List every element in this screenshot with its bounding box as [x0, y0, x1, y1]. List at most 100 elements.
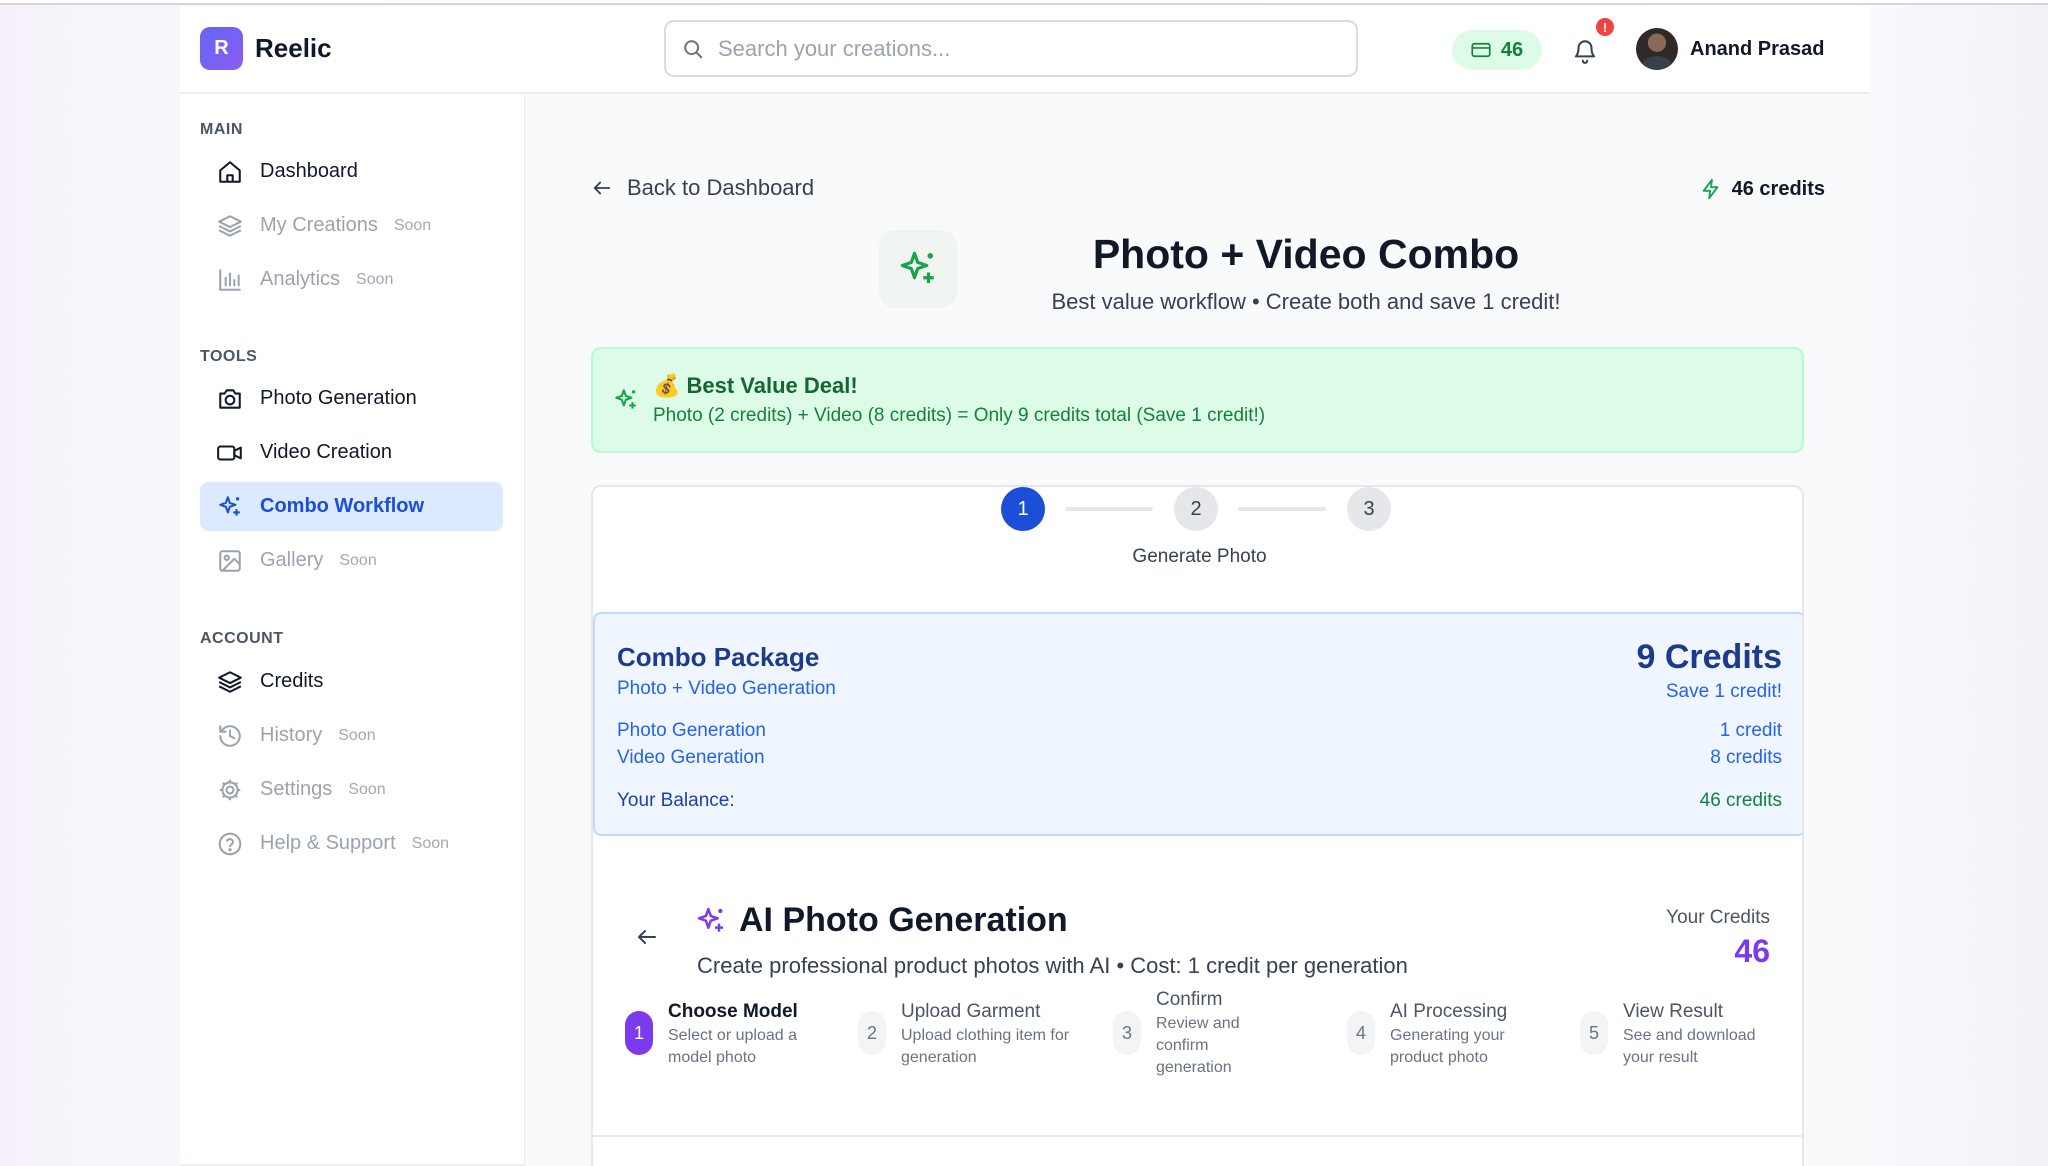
gen-step-title: AI Processing: [1390, 1001, 1508, 1022]
sidebar-item-history[interactable]: History Soon: [200, 711, 503, 760]
sparkles-icon: [613, 387, 639, 418]
combo-line-label: Video Generation: [617, 747, 765, 768]
sidebar-item-label: Settings: [260, 778, 333, 800]
main-content: Back to Dashboard 46 credits Photo + Vid…: [527, 95, 1870, 1166]
soon-badge: Soon: [393, 216, 432, 234]
lightning-icon: [1702, 178, 1718, 200]
step-2-circle[interactable]: 2: [1174, 487, 1218, 531]
best-value-banner: 💰 Best Value Deal! Photo (2 credits) + V…: [591, 347, 1804, 453]
soon-badge: Soon: [348, 780, 386, 798]
search-input[interactable]: [718, 35, 1318, 62]
sidebar-item-my-creations[interactable]: My Creations Soon: [200, 201, 503, 250]
sidebar-item-label: My Creations: [260, 214, 378, 236]
soon-badge: Soon: [356, 270, 394, 288]
layers-icon: [215, 667, 245, 697]
credits-indicator-label: 46 credits: [1731, 177, 1825, 200]
image-icon: [215, 546, 245, 576]
video-icon: [215, 438, 245, 468]
sidebar-item-credits[interactable]: Credits: [200, 657, 503, 706]
combo-savings: Save 1 credit!: [1665, 681, 1782, 702]
sidebar-item-label: Credits: [260, 670, 324, 692]
sidebar-item-combo-workflow[interactable]: Combo Workflow: [200, 482, 503, 531]
layers-icon: [215, 211, 245, 241]
sidebar-item-photo-generation[interactable]: Photo Generation: [200, 374, 503, 423]
gen-step-ai-processing[interactable]: 4 AI Processing Generating your product p…: [1347, 1001, 1530, 1069]
top-header: R Reelic 46 ! Anand Prasad: [180, 6, 1870, 94]
sparkles-icon: [695, 905, 727, 942]
sidebar: MAIN Dashboard My Creations Soon Analyti…: [180, 95, 526, 1166]
gen-step-desc: Select or upload a model photo: [668, 1027, 797, 1066]
notification-button[interactable]: [1568, 34, 1602, 68]
combo-package-panel: Combo Package Photo + Video Generation P…: [593, 612, 1802, 836]
sparkles-icon: [215, 492, 245, 522]
ai-back-button[interactable]: [635, 925, 659, 954]
divider: [593, 1135, 1802, 1137]
gen-step-title: Choose Model: [668, 1001, 798, 1022]
gen-step-desc: Upload clothing item for generation: [901, 1027, 1070, 1066]
back-to-dashboard-link[interactable]: Back to Dashboard: [591, 175, 814, 201]
step-3-circle[interactable]: 3: [1347, 487, 1391, 531]
sidebar-item-label: Gallery: [260, 549, 324, 571]
camera-icon: [215, 384, 245, 414]
gen-step-number: 1: [625, 1011, 653, 1055]
home-icon: [215, 157, 245, 187]
sidebar-item-label: History: [260, 724, 323, 746]
help-icon: [215, 829, 245, 859]
credits-pill[interactable]: 46: [1452, 30, 1542, 70]
sidebar-item-label: Dashboard: [260, 160, 358, 182]
logo-badge: R: [200, 27, 243, 70]
deal-title: 💰 Best Value Deal!: [653, 373, 858, 398]
sidebar-item-video-creation[interactable]: Video Creation: [200, 428, 503, 477]
sidebar-item-gallery[interactable]: Gallery Soon: [200, 536, 503, 585]
browser-top-edge: [0, 0, 2048, 5]
credit-card-icon: [1471, 42, 1491, 58]
sidebar-item-label: Help & Support: [260, 832, 396, 854]
gen-step-view-result[interactable]: 5 View Result See and download your resul…: [1580, 1001, 1773, 1069]
step-connector: [1065, 507, 1153, 511]
gen-step-confirm[interactable]: 3 Confirm Review and confirm generation: [1113, 989, 1256, 1079]
soon-badge: Soon: [411, 834, 450, 852]
app-window: R Reelic 46 ! Anand Prasad MAIN Dashboar…: [180, 6, 1870, 1166]
workflow-stepper: 1 2 3 Generate Photo: [593, 487, 1802, 612]
sidebar-item-label: Video Creation: [260, 441, 392, 463]
sidebar-item-label: Combo Workflow: [260, 495, 425, 517]
ai-section-subtitle: Create professional product photos with …: [697, 953, 1408, 978]
sidebar-item-help-support[interactable]: Help & Support Soon: [200, 819, 503, 868]
gen-step-title: Confirm: [1156, 989, 1223, 1010]
soon-badge: Soon: [338, 726, 376, 744]
gen-step-choose-model[interactable]: 1 Choose Model Select or upload a model p…: [625, 1001, 818, 1069]
step-connector: [1238, 507, 1326, 511]
search-icon: [684, 39, 703, 58]
sidebar-item-analytics[interactable]: Analytics Soon: [200, 255, 503, 304]
logo[interactable]: R Reelic: [200, 27, 332, 70]
step-1-circle[interactable]: 1: [1001, 487, 1045, 531]
workflow-card: 1 2 3 Generate Photo Combo Package Photo…: [591, 485, 1804, 1166]
page-title: Photo + Video Combo: [1092, 231, 1520, 277]
page-subtitle: Best value workflow • Create both and sa…: [1051, 289, 1561, 314]
back-label: Back to Dashboard: [627, 175, 815, 200]
arrow-left-icon: [638, 930, 656, 944]
user-name[interactable]: Anand Prasad: [1690, 38, 1824, 61]
gen-step-desc: See and download your result: [1623, 1027, 1756, 1066]
gen-step-number: 4: [1347, 1011, 1375, 1055]
arrow-left-icon: [593, 181, 611, 195]
notification-badge: !: [1596, 18, 1614, 36]
gen-step-number: 3: [1113, 1011, 1141, 1055]
gen-step-number: 2: [858, 1011, 886, 1055]
combo-line-label: Photo Generation: [617, 720, 766, 741]
gen-step-upload-garment[interactable]: 2 Upload Garment Upload clothing item for…: [858, 1001, 1071, 1069]
gen-step-title: View Result: [1623, 1001, 1723, 1022]
sidebar-section-tools: TOOLS: [200, 348, 258, 365]
avatar[interactable]: [1636, 28, 1678, 70]
sidebar-item-label: Photo Generation: [260, 387, 417, 409]
sidebar-item-settings[interactable]: Settings Soon: [200, 765, 503, 814]
search-bar[interactable]: [664, 20, 1358, 77]
ai-section-title: AI Photo Generation: [739, 901, 1068, 939]
bar-chart-icon: [215, 265, 245, 295]
sidebar-item-dashboard[interactable]: Dashboard: [200, 147, 503, 196]
credits-pill-value: 46: [1500, 38, 1524, 61]
gen-step-number: 5: [1580, 1011, 1608, 1055]
combo-subtitle: Photo + Video Generation: [617, 678, 836, 699]
sidebar-section-account: ACCOUNT: [200, 630, 284, 647]
balance-label: Your Balance:: [617, 790, 735, 811]
